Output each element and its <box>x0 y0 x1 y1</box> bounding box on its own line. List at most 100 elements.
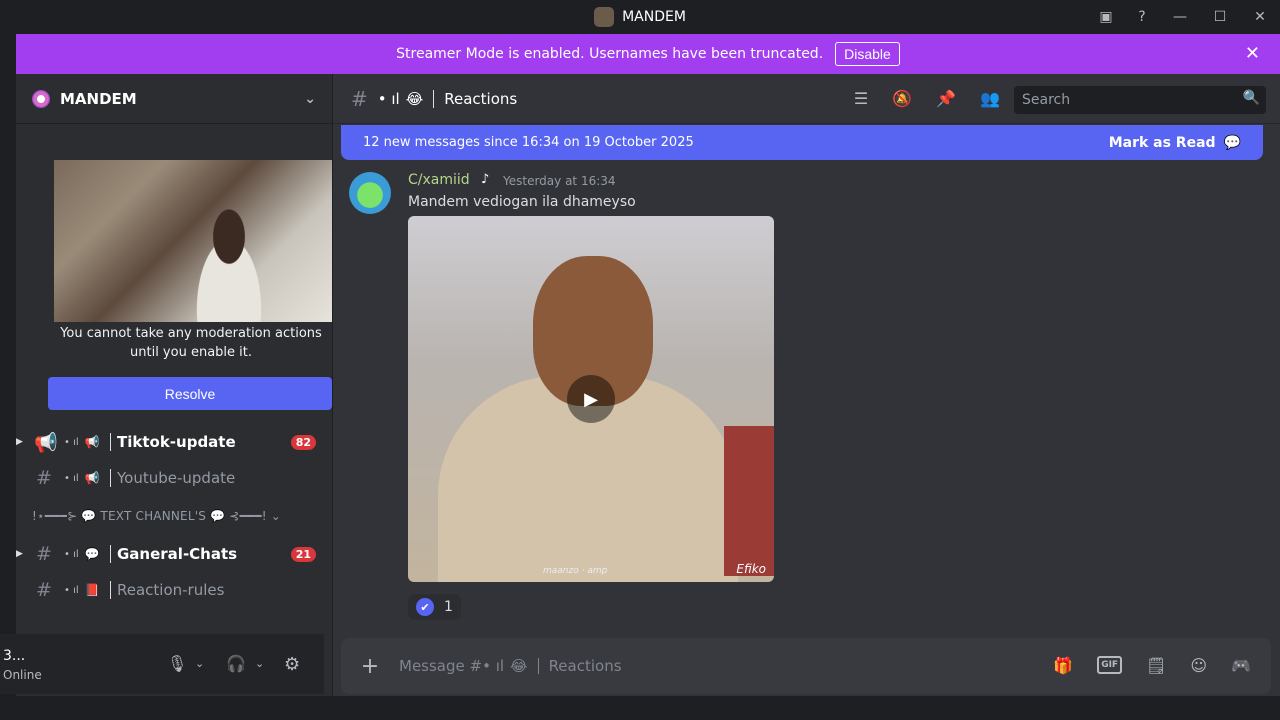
threads-icon[interactable]: ☰ <box>854 89 868 108</box>
separator <box>110 545 111 563</box>
message-timestamp: Yesterday at 16:34 <box>503 174 616 188</box>
apps-gamepad-icon[interactable]: 🎮 <box>1231 656 1251 675</box>
chat-area: # • ıl 😂 Reactions ☰ 🔕 📌 👥 🔍 12 new mess… <box>333 74 1280 696</box>
channel-prefix: • ıl <box>64 472 79 484</box>
webcam-overlay <box>54 160 332 322</box>
server-header[interactable]: MANDEM ⌄ <box>16 74 332 124</box>
channel-name: Reaction-rules <box>117 581 225 599</box>
megaphone-icon: 📢 <box>84 435 100 449</box>
gear-icon[interactable]: ⚙ <box>284 654 300 675</box>
channel-name: Youtube-update <box>117 469 236 487</box>
mark-as-read-label: Mark as Read <box>1108 134 1216 151</box>
play-icon[interactable]: ▶ <box>567 375 615 423</box>
announcement-icon: 📢 <box>34 431 58 454</box>
webcam-person <box>179 200 279 322</box>
category-text-channels[interactable]: !⋆━━━⊱ 💬 TEXT CHANNEL'S 💬 ⊰━━━! ⌄ <box>16 496 332 536</box>
placeholder-emoji: 😂 <box>510 657 528 675</box>
maximize-button[interactable]: ☐ <box>1200 0 1240 34</box>
user-panel: 3... Online 🎙 ⌄ 🎧 ⌄ ⚙ <box>0 634 324 694</box>
hash-icon: # <box>36 467 52 489</box>
channel-list: ▶ 📢 • ıl 📢 Tiktok-update 82 # • ıl 📢 You… <box>16 424 332 608</box>
separator <box>110 433 111 451</box>
minimize-button[interactable]: — <box>1160 0 1200 34</box>
pin-icon[interactable]: 📌 <box>936 89 956 108</box>
banner-text: Streamer Mode is enabled. Usernames have… <box>396 46 824 62</box>
video-attachment[interactable]: ▶ maanzo · amp Efiko <box>408 216 774 582</box>
search-input[interactable] <box>1014 86 1266 114</box>
title-bar: MANDEM ▣ ? — ☐ ✕ <box>0 0 1280 34</box>
composer-toolbar: 🎁 GIF 🗒 ☺ 🎮 <box>1053 656 1251 675</box>
placeholder-prefix: Message #• ıl <box>399 657 505 675</box>
channel-name: Tiktok-update <box>117 433 236 451</box>
gif-icon[interactable]: GIF <box>1097 656 1123 674</box>
moderation-notice: You cannot take any moderation actions u… <box>60 326 322 360</box>
separator <box>110 581 111 599</box>
disable-streamer-mode-button[interactable]: Disable <box>835 42 900 66</box>
title-bar-controls: ▣ ? — ☐ ✕ <box>1088 0 1280 34</box>
headphones-icon[interactable]: 🎧 <box>226 654 246 673</box>
streamer-mode-banner: Streamer Mode is enabled. Usernames have… <box>16 34 1280 74</box>
screen-share-icon[interactable]: ▣ <box>1088 0 1124 34</box>
channel-item-reaction-rules[interactable]: # • ıl 📕 Reaction-rules <box>16 572 332 608</box>
message-text: Mandem vediogan ila dhameyso <box>408 194 636 210</box>
placeholder-channel: Reactions <box>548 657 622 675</box>
channel-item-youtube-update[interactable]: # • ıl 📢 Youtube-update <box>16 460 332 496</box>
channel-prefix: • ıl <box>64 584 79 596</box>
mention-badge: 21 <box>290 546 316 562</box>
new-messages-bar[interactable]: 12 new messages since 16:34 on 19 Octobe… <box>341 125 1263 160</box>
help-icon[interactable]: ? <box>1124 0 1160 34</box>
server-icon <box>594 7 615 27</box>
video-watermark: maanzo · amp <box>543 566 608 576</box>
separator <box>110 469 111 487</box>
chevron-down-icon[interactable]: ⌄ <box>195 657 204 670</box>
reaction-count: 1 <box>444 599 453 615</box>
video-background-fabric <box>724 426 774 576</box>
microphone-icon[interactable]: 🎙 <box>167 654 187 673</box>
mention-badge: 82 <box>290 434 316 450</box>
separator <box>537 658 539 674</box>
close-banner-icon[interactable]: ✕ <box>1245 43 1260 64</box>
username[interactable]: 3... <box>3 648 25 664</box>
avatar[interactable] <box>349 172 391 214</box>
hash-icon: # <box>36 579 52 601</box>
resolve-button[interactable]: Resolve <box>48 377 332 410</box>
channel-item-ganeral-chats[interactable]: ▶ # • ıl 💬 Ganeral-Chats 21 <box>16 536 332 572</box>
server-name: MANDEM <box>60 89 137 108</box>
speech-bubble-icon: 💬 <box>84 547 100 561</box>
member-list-icon[interactable]: 👥 <box>980 89 1000 108</box>
channel-emoji: 😂 <box>405 89 424 108</box>
hash-icon: # <box>36 543 52 565</box>
chevron-down-icon: ⌄ <box>304 90 316 107</box>
message-composer[interactable]: + Message #• ıl 😂 Reactions 🎁 GIF 🗒 ☺ 🎮 <box>341 638 1271 694</box>
chevron-down-icon[interactable]: ⌄ <box>255 657 264 670</box>
channel-header: # • ıl 😂 Reactions ☰ 🔕 📌 👥 🔍 <box>333 74 1280 124</box>
notification-bell-muted-icon[interactable]: 🔕 <box>892 89 912 108</box>
mark-read-icon: 💬 <box>1223 134 1241 151</box>
hash-icon: # <box>351 86 368 111</box>
unread-indicator-icon: ▶ <box>16 549 23 559</box>
message-author[interactable]: C/xamiid <box>408 172 470 188</box>
unread-indicator-icon: ▶ <box>16 437 23 447</box>
sticker-icon[interactable]: 🗒 <box>1146 656 1166 675</box>
megaphone-icon: 📢 <box>84 471 100 485</box>
search-icon: 🔍 <box>1242 90 1260 106</box>
channel-prefix: • ıl <box>377 89 400 108</box>
mark-as-read-button[interactable]: Mark as Read 💬 <box>1109 135 1241 151</box>
emoji-icon[interactable]: ☺ <box>1190 656 1207 675</box>
channel-prefix: • ıl <box>64 548 79 560</box>
user-status: Online <box>3 668 42 682</box>
message-input-placeholder[interactable]: Message #• ıl 😂 Reactions <box>399 657 622 675</box>
channel-sidebar: MANDEM ⌄ You cannot take any moderation … <box>16 74 332 696</box>
window-title-group: MANDEM <box>594 7 686 27</box>
server-logo-icon <box>32 89 50 108</box>
channel-item-tiktok-update[interactable]: ▶ 📢 • ıl 📢 Tiktok-update 82 <box>16 424 332 460</box>
book-icon: 📕 <box>84 583 100 597</box>
close-window-button[interactable]: ✕ <box>1240 0 1280 34</box>
moderation-popup: You cannot take any moderation actions u… <box>32 160 332 415</box>
add-attachment-icon[interactable]: + <box>341 654 399 679</box>
gift-icon[interactable]: 🎁 <box>1053 656 1073 675</box>
reaction-pill[interactable]: ✔ 1 <box>408 594 461 620</box>
channel-prefix: • ıl <box>64 436 79 448</box>
new-messages-text: 12 new messages since 16:34 on 19 Octobe… <box>363 135 694 150</box>
discord-window: MANDEM ▣ ? — ☐ ✕ Streamer Mode is enable… <box>0 0 1280 720</box>
